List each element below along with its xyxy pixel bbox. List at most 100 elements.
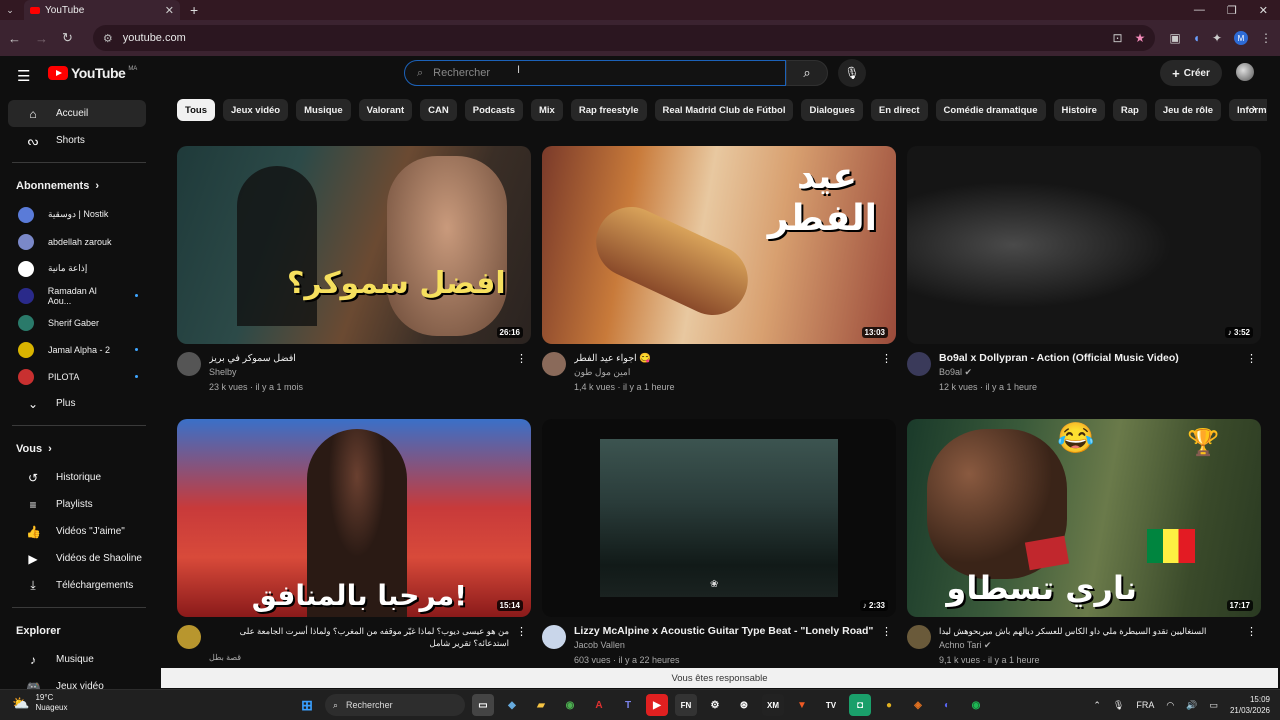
task-view-icon[interactable]: ▭	[472, 694, 494, 716]
you-heading[interactable]: Vous ›	[0, 434, 158, 464]
subscription-item[interactable]: Jamal Alpha - 2	[2, 336, 146, 363]
search-button[interactable]: ⌕	[786, 60, 828, 86]
subscription-item[interactable]: abdellah zarouk	[2, 228, 146, 255]
video-card[interactable]: ♪ 3:52 Bo9al x Dollypran - Action (Offic…	[907, 146, 1261, 396]
video-thumbnail[interactable]: 😂 🏆 ناري تسطاو 17:17	[907, 419, 1261, 617]
video-card[interactable]: عيد الفطر 13:03 اجواء عيد الفطر 😋 امين م…	[542, 146, 896, 396]
profile-avatar[interactable]: M	[1234, 31, 1248, 45]
sidebar-item-history[interactable]: ↺ Historique	[8, 464, 146, 491]
chip-filter[interactable]: Podcasts	[464, 99, 523, 121]
video-title[interactable]: افضل سموكر في بريز	[209, 352, 509, 365]
reload-icon[interactable]: ↻	[62, 30, 73, 46]
puzzle-extensions-icon[interactable]: ✦	[1212, 31, 1222, 45]
site-info-icon[interactable]: ⚙	[103, 32, 113, 45]
chip-filter[interactable]: Jeux vidéo	[223, 99, 289, 121]
subscription-item[interactable]: Sherif Gaber	[2, 309, 146, 336]
youtube-app-icon[interactable]: ▶	[646, 694, 668, 716]
channel-avatar[interactable]	[907, 352, 931, 376]
discord-icon[interactable]: ◐	[936, 694, 958, 716]
sidebar-item-more[interactable]: ⌄ Plus	[8, 390, 146, 417]
subscription-item[interactable]: دوسقية | Nostik	[2, 201, 146, 228]
sidebar-item-shorts[interactable]: ᔓ Shorts	[8, 127, 146, 154]
subscriptions-heading[interactable]: Abonnements ›	[0, 171, 158, 201]
more-options-icon[interactable]: ⋮	[516, 625, 527, 638]
more-options-icon[interactable]: ⋮	[1246, 625, 1257, 638]
tab-close-icon[interactable]: ✕	[165, 4, 174, 17]
video-thumbnail[interactable]: افضل سموكر؟ 26:16	[177, 146, 531, 344]
xm-app-icon[interactable]: XM	[762, 694, 784, 716]
extension-icon[interactable]: ▣	[1169, 31, 1180, 45]
clock[interactable]: 15:09 21/03/2026	[1230, 694, 1270, 716]
app-yellow-icon[interactable]: ●	[878, 694, 900, 716]
browser-tab-youtube[interactable]: YouTube ✕	[24, 0, 180, 20]
channel-avatar[interactable]	[542, 352, 566, 376]
spotify-icon[interactable]: ◉	[965, 694, 987, 716]
video-title[interactable]: اجواء عيد الفطر 😋	[574, 352, 874, 365]
channel-name[interactable]: Shelby	[209, 367, 237, 377]
tray-overflow-icon[interactable]: ⌃	[1093, 700, 1101, 711]
forward-icon[interactable]: →	[35, 31, 48, 46]
video-title[interactable]: Lizzy McAlpine x Acoustic Guitar Type Be…	[574, 625, 874, 638]
back-icon[interactable]: ←	[8, 31, 21, 46]
sidebar-item-playlists[interactable]: ≡ Playlists	[8, 491, 146, 518]
video-title[interactable]: من هو عيسى ديوب؟ لماذا غيّر موقفه من الم…	[209, 625, 509, 651]
video-thumbnail[interactable]: ❀ ♪ 2:33	[542, 419, 896, 617]
more-options-icon[interactable]: ⋮	[881, 625, 892, 638]
address-bar[interactable]: ⚙ youtube.com ⊡ ★	[92, 25, 1156, 51]
app-green-icon[interactable]: ◘	[849, 694, 871, 716]
chip-filter[interactable]: Musique	[296, 99, 351, 121]
minimize-icon[interactable]: —	[1194, 4, 1205, 17]
file-explorer-icon[interactable]: ▰	[530, 694, 552, 716]
weather-widget[interactable]: ⛅ 19°C Nuageux	[12, 693, 67, 713]
tradingview-icon[interactable]: TV	[820, 694, 842, 716]
openai-icon[interactable]: ⊛	[733, 694, 755, 716]
chip-filter[interactable]: Valorant	[358, 99, 413, 121]
account-avatar[interactable]	[1236, 63, 1254, 81]
sidebar-item-downloads[interactable]: ⤓ Téléchargements	[8, 572, 146, 599]
chip-filter[interactable]: Histoire	[1053, 99, 1105, 121]
teams-icon[interactable]: T	[617, 694, 639, 716]
chip-filter[interactable]: Rap	[1112, 99, 1147, 121]
video-title[interactable]: السنغاليين تقدو السيطرة ملي داو الكاس لل…	[939, 625, 1239, 638]
tab-search-icon[interactable]: ⌄	[0, 0, 20, 20]
acrobat-icon[interactable]: A	[588, 694, 610, 716]
chrome-icon[interactable]: ◉	[559, 694, 581, 716]
chip-filter[interactable]: Real Madrid Club de Fútbol	[654, 99, 794, 121]
subscription-item[interactable]: Ramadan Al Aou...	[2, 282, 146, 309]
chip-filter[interactable]: Rap freestyle	[570, 99, 647, 121]
subscription-item[interactable]: إذاعة مانية	[2, 255, 146, 282]
volume-icon[interactable]: 🔊	[1186, 700, 1197, 711]
chip-filter[interactable]: Dialogues	[801, 99, 863, 121]
sidebar-item-accueil[interactable]: ⌂ Accueil	[8, 100, 146, 127]
install-app-icon[interactable]: ⊡	[1113, 31, 1123, 45]
more-options-icon[interactable]: ⋮	[1246, 352, 1257, 365]
sidebar-item-your-videos[interactable]: ▶ Vidéos de Shaoline	[8, 545, 146, 572]
video-title[interactable]: Bo9al x Dollypran - Action (Official Mus…	[939, 352, 1239, 365]
video-thumbnail[interactable]: عيد الفطر 13:03	[542, 146, 896, 344]
channel-name[interactable]: امين مول طون	[574, 367, 630, 378]
chip-filter[interactable]: Mix	[530, 99, 563, 121]
sidebar-item-music[interactable]: ♪ Musique	[8, 646, 146, 673]
video-card[interactable]: !مرحبا بالمنافق 15:14 من هو عيسى ديوب؟ ل…	[177, 419, 531, 669]
video-thumbnail[interactable]: ♪ 3:52	[907, 146, 1261, 344]
more-options-icon[interactable]: ⋮	[881, 352, 892, 365]
channel-avatar[interactable]	[177, 352, 201, 376]
close-window-icon[interactable]: ✕	[1259, 4, 1268, 17]
translate-icon[interactable]: ◖	[1193, 31, 1200, 45]
wifi-icon[interactable]: ◠	[1166, 700, 1174, 711]
channel-avatar[interactable]	[177, 625, 201, 649]
voice-search-button[interactable]: 🎙	[838, 59, 866, 87]
search-input[interactable]: Rechercher	[433, 67, 490, 79]
channel-name[interactable]: قصة بطل	[209, 653, 241, 662]
app-orange-icon[interactable]: ◈	[907, 694, 929, 716]
app-icon[interactable]: ⚙	[704, 694, 726, 716]
channel-avatar[interactable]	[907, 625, 931, 649]
channel-name[interactable]: Bo9al ✔	[939, 367, 972, 378]
language-indicator[interactable]: FRA	[1136, 700, 1154, 710]
battery-icon[interactable]: ▭	[1209, 700, 1218, 711]
chip-filter[interactable]: Jeu de rôle	[1154, 99, 1222, 121]
copilot-icon[interactable]: ◆	[501, 694, 523, 716]
youtube-logo[interactable]: YouTube MA	[48, 65, 137, 81]
channel-avatar[interactable]	[542, 625, 566, 649]
video-card[interactable]: ❀ ♪ 2:33 Lizzy McAlpine x Acoustic Guita…	[542, 419, 896, 669]
